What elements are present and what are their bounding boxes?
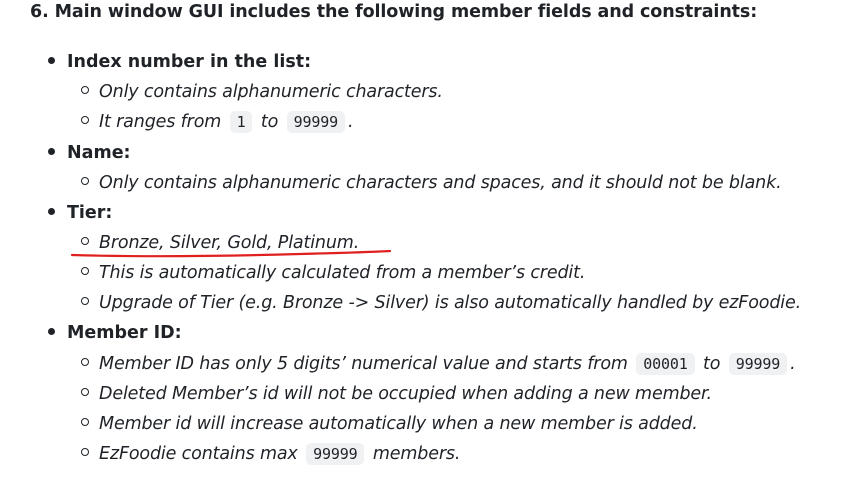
section-heading: 6. Main window GUI includes the followin…: [30, 2, 758, 22]
circle-bullet-icon: [81, 388, 89, 396]
circle-bullet-icon: [81, 86, 89, 94]
field-title: Member ID:: [67, 323, 182, 343]
circle-bullet-icon: [81, 297, 89, 305]
bullet-icon: [48, 207, 55, 215]
sub-item: EzFoodie contains max 99999 members.: [81, 442, 460, 466]
sub-item: Only contains alphanumeric characters.: [81, 80, 443, 104]
sub-item: Member ID has only 5 digits’ numerical v…: [81, 352, 796, 376]
inline-code: 99999: [728, 353, 788, 375]
circle-bullet-icon: [81, 116, 89, 124]
cutoff-list-item: [48, 470, 108, 478]
inline-code: 99999: [306, 443, 365, 465]
list-item-name: Name:: [48, 141, 131, 165]
circle-bullet-icon: [81, 448, 89, 456]
list-item-member-id: Member ID:: [48, 321, 182, 345]
field-title: Name:: [67, 143, 131, 163]
inline-code: 99999: [286, 111, 346, 133]
circle-bullet-icon: [81, 177, 89, 185]
sub-item: Bronze, Silver, Gold, Platinum.: [81, 231, 359, 255]
bullet-icon: [48, 327, 55, 335]
field-title: Index number in the list:: [67, 52, 312, 72]
inline-code: 00001: [636, 353, 695, 375]
list-item-index-number: Index number in the list:: [48, 50, 311, 74]
sub-item: Deleted Member’s id will not be occupied…: [81, 382, 712, 406]
bullet-icon: [48, 56, 55, 64]
sub-item: Only contains alphanumeric characters an…: [81, 171, 782, 195]
sub-item: This is automatically calculated from a …: [81, 261, 585, 285]
circle-bullet-icon: [81, 267, 89, 275]
sub-item: It ranges from 1 to 99999.: [81, 110, 354, 134]
circle-bullet-icon: [81, 358, 89, 366]
sub-item: Upgrade of Tier (e.g. Bronze -> Silver) …: [81, 291, 801, 315]
inline-code: 1: [229, 111, 253, 133]
circle-bullet-icon: [81, 418, 89, 426]
list-item-tier: Tier:: [48, 201, 112, 225]
circle-bullet-icon: [81, 237, 89, 245]
bullet-icon: [48, 147, 55, 155]
document-page: 6. Main window GUI includes the followin…: [0, 0, 841, 478]
field-title: Tier:: [67, 203, 113, 223]
sub-item: Member id will increase automatically wh…: [81, 412, 698, 436]
